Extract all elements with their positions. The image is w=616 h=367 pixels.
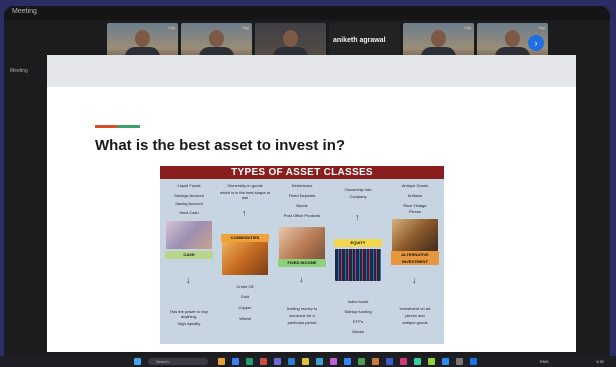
chevron-right-icon: › (534, 38, 538, 48)
app-icon[interactable] (330, 358, 337, 365)
asset-text: Antique Goods (401, 183, 429, 188)
asset-text: pieces and (405, 313, 425, 318)
asset-text: Investment on art (399, 306, 431, 311)
asset-text: Post Office Products (283, 213, 321, 218)
app-icon[interactable] (456, 358, 463, 365)
asset-label: CASH (165, 251, 213, 259)
asset-text: Ownership into (344, 187, 372, 192)
shared-slide: What is the best asset to invest in? TYP… (47, 55, 576, 352)
asset-column-alternative: Antique Goods Artifacts Rare Vintage Pie… (388, 181, 442, 342)
asset-label: COMMODITIES (221, 234, 269, 242)
app-icon[interactable] (246, 358, 253, 365)
app-icon[interactable] (274, 358, 281, 365)
participant-tag: Mgt (242, 25, 249, 30)
participant-face (135, 30, 150, 47)
asset-text: lending money to (286, 306, 318, 311)
asset-text: Pieces (408, 209, 421, 214)
asset-text: Hard Cash (179, 210, 199, 215)
app-icon[interactable] (428, 358, 435, 365)
asset-text: Debentures (291, 183, 313, 188)
participant-tag: Mgt (538, 25, 545, 30)
asset-column-equity: Ownership into Company ↑ EQUITY Index fu… (331, 181, 385, 342)
folder-icon[interactable] (218, 358, 225, 365)
participant-face (283, 30, 298, 47)
arrow-up-icon: ↑ (242, 208, 247, 218)
asset-text: Has the power to buy anything, (170, 309, 208, 319)
app-icon[interactable] (358, 358, 365, 365)
asset-text: Gold (240, 294, 250, 299)
participant-tag: Mgt (168, 25, 175, 30)
asset-text: Bonds (296, 203, 308, 208)
asset-text: Ownership in goods (227, 183, 263, 188)
asset-text: Startup funding (344, 309, 372, 314)
window-titlebar: Meeting (4, 6, 610, 20)
participant-tag: Mgt (464, 25, 471, 30)
asset-classes-infographic: TYPES OF ASSET CLASSES Liquid Funds Savi… (160, 166, 444, 344)
browser-icon[interactable] (232, 358, 239, 365)
asset-text: Liquid Funds (177, 183, 201, 188)
window-title: Meeting (12, 8, 37, 15)
asset-text: Wheat (239, 316, 251, 321)
app-icon[interactable] (344, 358, 351, 365)
start-icon[interactable] (134, 358, 141, 365)
taskbar: Search ENG 4:30 (0, 356, 616, 367)
arrow-down-icon: ↓ (412, 275, 417, 285)
asset-text: Crude Oil (236, 284, 254, 289)
asset-text: Fixed Deposits (288, 193, 316, 198)
app-icon[interactable] (302, 358, 309, 365)
app-icon[interactable] (260, 358, 267, 365)
participant-face (431, 30, 446, 47)
asset-text: someone for a (289, 313, 315, 318)
asset-column-cash: Liquid Funds Savings Account Saving Acco… (162, 181, 216, 342)
asset-label: FIXED INCOME (278, 259, 326, 267)
arrow-up-icon: ↑ (355, 212, 360, 222)
asset-text: Copper (238, 305, 252, 310)
app-icon[interactable] (372, 358, 379, 365)
app-icon[interactable] (288, 358, 295, 365)
asset-label: ALTERNATIVE INVESTMENT (391, 251, 439, 265)
asset-column-fixed-income: Debentures Fixed Deposits Bonds Post Off… (275, 181, 329, 342)
asset-text: ETF's (352, 319, 364, 324)
asset-text: Index funds (347, 299, 369, 304)
language-indicator[interactable]: ENG (540, 358, 549, 365)
taskbar-search[interactable]: Search (148, 358, 208, 365)
app-icon[interactable] (316, 358, 323, 365)
app-icon[interactable] (386, 358, 393, 365)
slide-top-band (47, 55, 576, 87)
commodities-image (222, 239, 268, 275)
asset-text: Saving Account (175, 201, 203, 206)
next-participants-button[interactable]: › (528, 35, 544, 51)
asset-text: particular period (287, 320, 317, 325)
slide-accent-line (95, 125, 140, 128)
app-icon[interactable] (470, 358, 477, 365)
asset-text: High liquidity (177, 321, 201, 326)
arrow-down-icon: ↓ (299, 274, 304, 284)
app-icon[interactable] (414, 358, 421, 365)
equity-image (335, 249, 381, 281)
asset-text: Stocks (351, 329, 364, 334)
alternative-image (392, 219, 438, 251)
sidebar-label: Meeting (10, 68, 28, 74)
app-icon[interactable] (400, 358, 407, 365)
asset-label: EQUITY (334, 239, 382, 247)
clock[interactable]: 4:30 (596, 358, 604, 365)
cash-image (166, 221, 212, 249)
arrow-down-icon: ↓ (186, 275, 191, 285)
asset-text: antique goods (402, 320, 428, 325)
participant-name-card: aniketh agrawal (333, 37, 386, 44)
asset-text: Savings Account (174, 193, 204, 198)
asset-text: Artifacts (407, 193, 423, 198)
asset-column-commodities: Ownership in goods which is in the best … (218, 181, 272, 342)
participant-face (209, 30, 224, 47)
asset-text: Rare Vintage (403, 203, 427, 208)
slide-title: What is the best asset to invest in? (95, 137, 346, 154)
asset-text: Company (349, 194, 367, 199)
asset-classes-header: TYPES OF ASSET CLASSES (160, 166, 444, 179)
asset-text: which is in the best shape to use (219, 190, 271, 200)
app-icon[interactable] (442, 358, 449, 365)
participant-face (505, 30, 520, 47)
